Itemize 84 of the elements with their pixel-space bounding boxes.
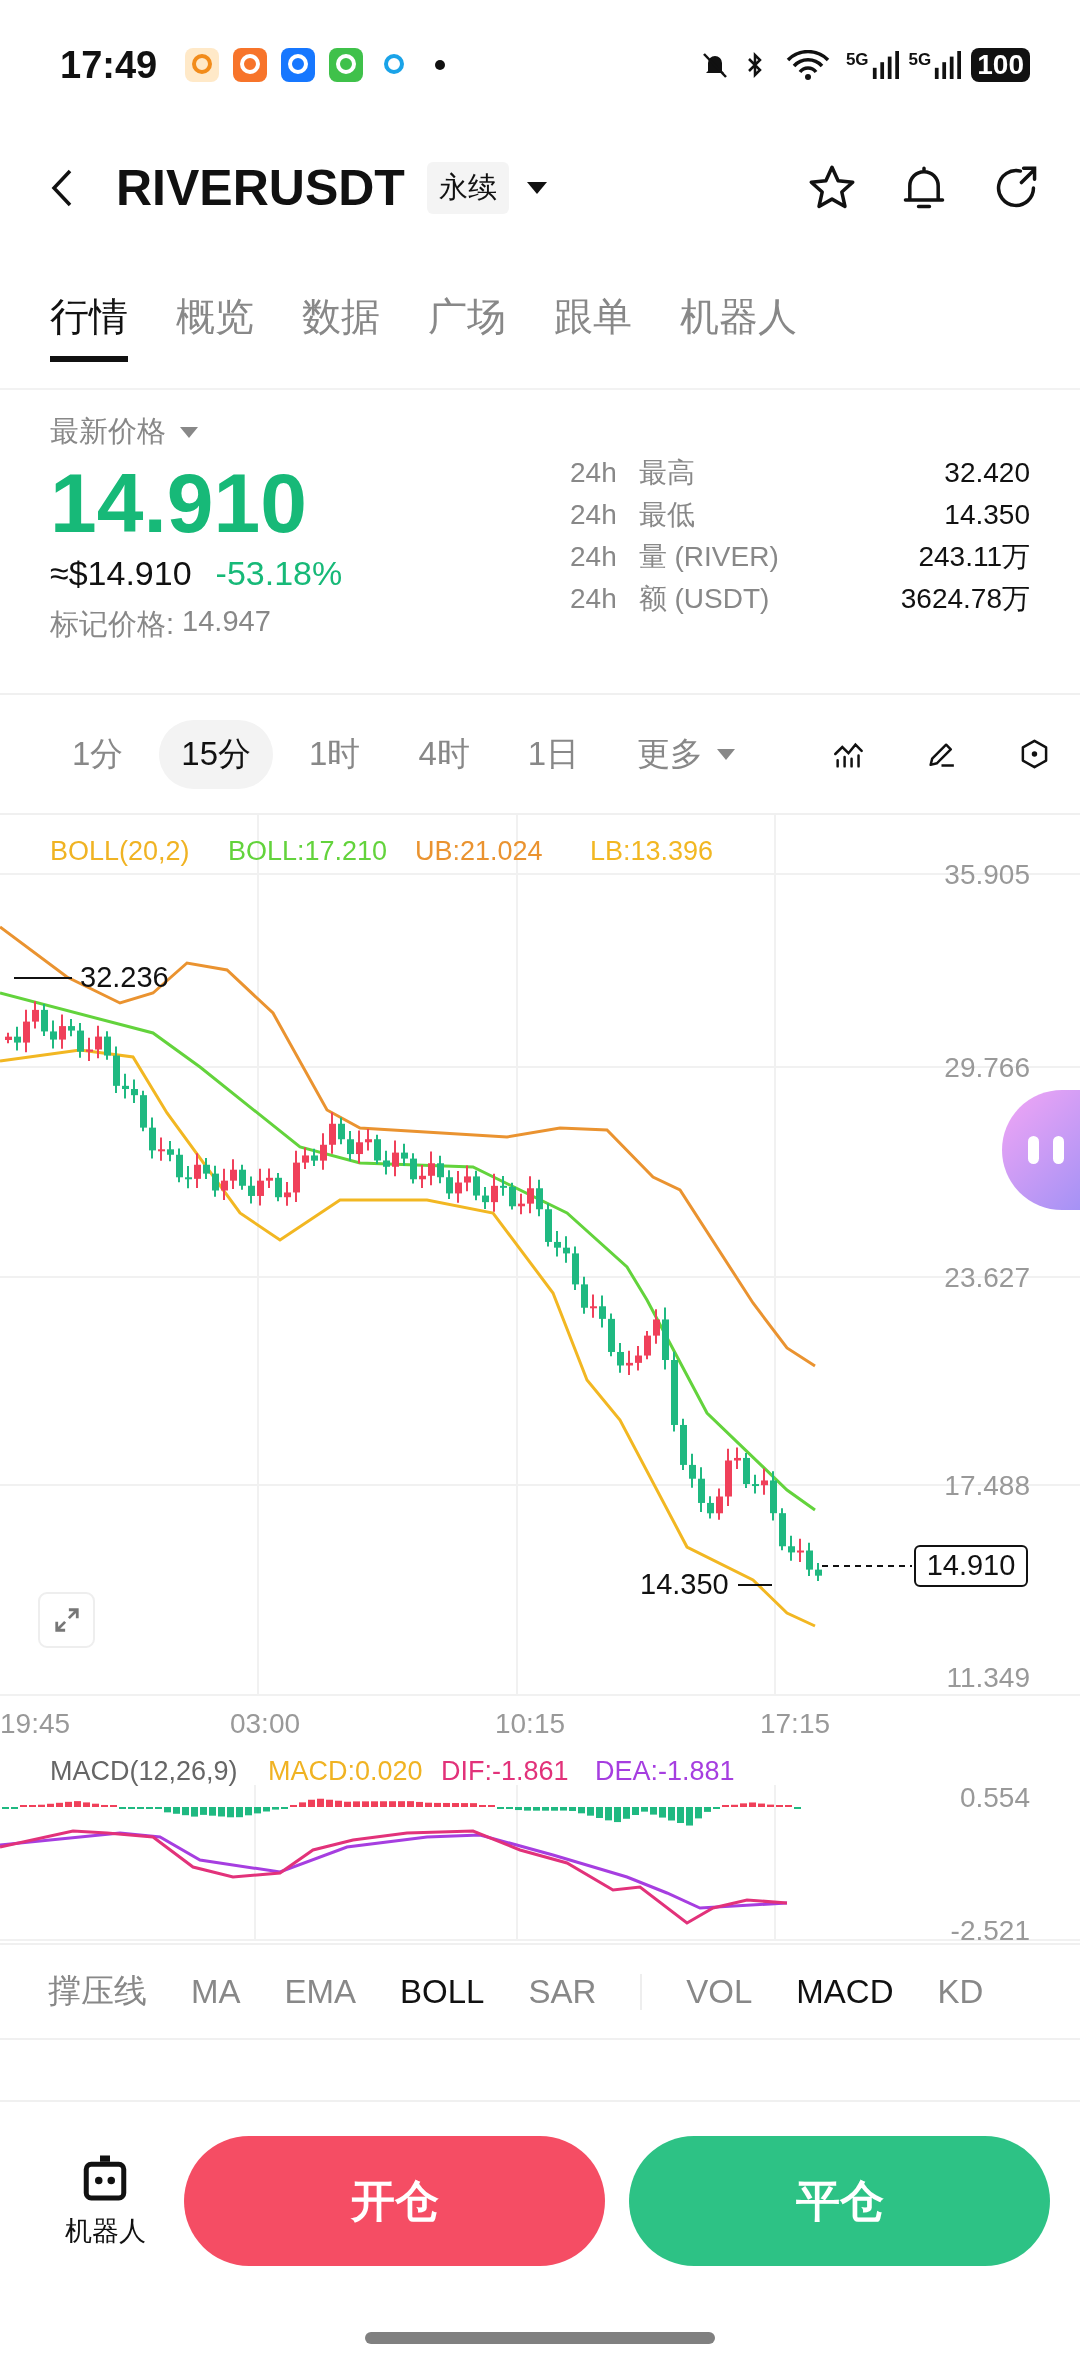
stat-value: 32.420 bbox=[943, 456, 1030, 490]
price-change: -53.18% bbox=[215, 554, 343, 593]
mark-price: 14.947 bbox=[182, 605, 271, 639]
expand-button[interactable] bbox=[38, 1592, 95, 1648]
last-price: 14.910 bbox=[50, 455, 308, 552]
stat-label: 最高 bbox=[638, 456, 696, 490]
indicator-tab[interactable]: EMA bbox=[284, 1972, 356, 2011]
high-price-label: 32.236 bbox=[80, 961, 169, 993]
usd-price: ≈$14.910 bbox=[50, 554, 192, 593]
stat-period: 24h bbox=[570, 456, 617, 490]
back-icon[interactable] bbox=[50, 167, 74, 208]
axis-label: -2.521 bbox=[950, 1915, 1030, 1945]
stat-period: 24h bbox=[570, 498, 617, 532]
interval-tab[interactable]: 1分 bbox=[50, 719, 146, 789]
interval-tab[interactable]: 1日 bbox=[505, 719, 602, 789]
nav-tab[interactable]: 数据 bbox=[302, 271, 380, 362]
network-type-label: 5G bbox=[908, 50, 932, 70]
axis-label: 17.488 bbox=[944, 1470, 1030, 1501]
app-icon bbox=[329, 48, 364, 82]
caret-icon[interactable] bbox=[526, 181, 547, 194]
indicator-legend: LB:13.396 bbox=[590, 836, 714, 866]
axis-label: 35.905 bbox=[944, 859, 1030, 890]
price-type-label[interactable]: 最新价格 bbox=[50, 412, 166, 452]
expand-icon bbox=[52, 1606, 81, 1634]
notification-dot-icon bbox=[435, 60, 446, 70]
close-position-button[interactable]: 平仓 bbox=[629, 2136, 1050, 2266]
battery-level: 100 bbox=[971, 48, 1030, 82]
axis-label: 29.766 bbox=[944, 1052, 1030, 1083]
status-time: 17:49 bbox=[60, 43, 158, 87]
nav-tab[interactable]: 跟单 bbox=[554, 271, 632, 362]
leader-line bbox=[13, 977, 73, 979]
low-price-label: 14.350 bbox=[640, 1568, 729, 1600]
indicator-tab[interactable]: VOL bbox=[686, 1972, 753, 2011]
stat-value: 3624.78万 bbox=[899, 582, 1030, 616]
stat-label: 最低 bbox=[638, 498, 696, 532]
indicator-legend: DIF:-1.861 bbox=[441, 1756, 569, 1786]
interval-tab[interactable]: 15分 bbox=[159, 719, 274, 789]
leader-line bbox=[737, 1584, 773, 1586]
pair-title: RIVERUSDT bbox=[116, 158, 405, 217]
indicator-legend: MACD:0.020 bbox=[268, 1756, 423, 1786]
indicator-tab[interactable]: MA bbox=[191, 1972, 241, 2011]
indicator-tab[interactable]: SAR bbox=[528, 1972, 597, 2011]
indicator-tab[interactable]: MACD bbox=[796, 1972, 894, 2011]
axis-label: 0.554 bbox=[959, 1782, 1030, 1813]
stat-value: 14.350 bbox=[943, 498, 1030, 532]
network-type-label: 5G bbox=[845, 50, 869, 70]
indicator-legend: BOLL:17.210 bbox=[228, 836, 388, 866]
app-icon bbox=[185, 48, 220, 82]
robot-label[interactable]: 机器人 bbox=[64, 2213, 146, 2249]
axis-label: 19:45 bbox=[0, 1708, 71, 1739]
indicator-tab[interactable]: 撑压线 bbox=[48, 1969, 147, 2014]
stat-period: 24h bbox=[570, 582, 617, 616]
indicator-tab[interactable]: KD bbox=[937, 1972, 984, 2011]
current-price-tag: 14.910 bbox=[914, 1545, 1028, 1587]
axis-label: 11.349 bbox=[946, 1662, 1030, 1693]
indicator-legend: MACD(12,26,9) bbox=[50, 1756, 238, 1786]
stat-label: 额 (USDT) bbox=[638, 582, 771, 616]
indicator-legend: UB:21.024 bbox=[415, 836, 543, 866]
indicator-legend: BOLL(20,2) bbox=[50, 836, 190, 866]
axis-label: 10:15 bbox=[494, 1708, 566, 1739]
caret-icon bbox=[717, 748, 736, 760]
stat-period: 24h bbox=[570, 540, 617, 574]
stat-value: 243.11万 bbox=[917, 540, 1030, 574]
interval-tab[interactable]: 4时 bbox=[396, 719, 492, 789]
interval-tab[interactable]: 1时 bbox=[287, 719, 383, 789]
indicator-legend: DEA:-1.881 bbox=[595, 1756, 735, 1786]
wifi-icon bbox=[785, 50, 830, 80]
contract-tag: 永续 bbox=[426, 161, 509, 214]
axis-label: 03:00 bbox=[229, 1708, 301, 1739]
interval-dropdown[interactable]: 更多 bbox=[615, 719, 758, 789]
stat-label: 量 (RIVER) bbox=[638, 540, 779, 574]
nav-tab[interactable]: 行情 bbox=[50, 271, 128, 362]
app-icon bbox=[281, 48, 316, 82]
nav-tab[interactable]: 机器人 bbox=[680, 271, 797, 362]
axis-label: 17:15 bbox=[759, 1708, 831, 1739]
axis-label: 23.627 bbox=[944, 1262, 1030, 1293]
mark-price-label: 标记价格: bbox=[50, 607, 175, 642]
open-position-button[interactable]: 开仓 bbox=[184, 2136, 605, 2266]
app-icon bbox=[233, 48, 268, 82]
nav-tab[interactable]: 广场 bbox=[428, 271, 506, 362]
signal-icon bbox=[870, 50, 899, 80]
indicator-tab[interactable]: BOLL bbox=[400, 1972, 485, 2011]
nav-tab[interactable]: 概览 bbox=[176, 271, 254, 362]
signal-icon bbox=[933, 50, 962, 80]
